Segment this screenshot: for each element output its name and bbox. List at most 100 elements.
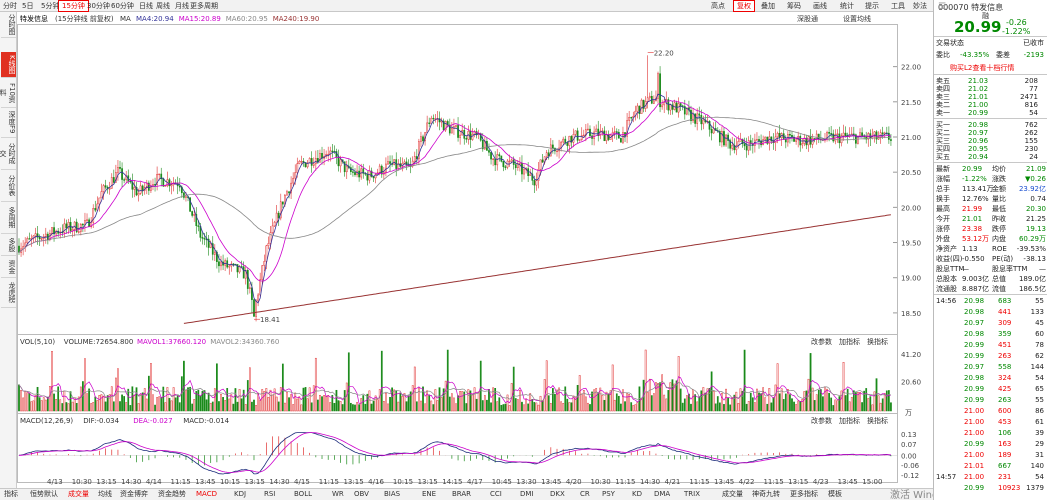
left-tab-1[interactable]: K线图 xyxy=(1,52,16,78)
menu-icon[interactable]: ☰ xyxy=(938,2,946,12)
volume-bar xyxy=(822,396,824,412)
candle-body xyxy=(758,139,760,141)
left-tab-9[interactable]: 龙虎榜 xyxy=(1,278,16,308)
volume-bar xyxy=(527,403,530,412)
tool-5[interactable]: 统计 xyxy=(837,0,857,12)
volume-bar xyxy=(370,403,373,412)
indicator-tab-3[interactable]: 均线 xyxy=(98,489,112,500)
l2-link[interactable]: 购买L2查看十档行情 xyxy=(934,64,1047,72)
left-tab-0[interactable]: 分时图 xyxy=(1,12,16,38)
period-tab-0[interactable]: 分时 xyxy=(0,0,20,12)
vol-button-1[interactable]: 加指标 xyxy=(839,337,860,346)
indicator-tab-22[interactable]: TRIX xyxy=(684,489,700,500)
left-tab-3[interactable]: 深度F9 xyxy=(1,108,16,138)
volume-bar xyxy=(817,389,820,412)
volume-bar xyxy=(500,404,503,412)
left-tab-2[interactable]: F10资料 xyxy=(0,78,16,108)
indicator-tab-19[interactable]: PSY xyxy=(602,489,615,500)
volume-bar xyxy=(793,401,795,412)
indicator-tab-26[interactable]: 模板 xyxy=(828,489,842,500)
volume-bar xyxy=(220,394,222,412)
tool-8[interactable]: 妙法 xyxy=(910,0,930,12)
period-tab-5[interactable]: 60分钟 xyxy=(108,0,137,12)
candle-body xyxy=(102,185,105,192)
volume-bar xyxy=(714,403,717,412)
volume-bar xyxy=(690,403,692,412)
period-tab-1[interactable]: 5日 xyxy=(19,0,36,12)
tick-price: 20.99 xyxy=(964,385,985,393)
set-ma-button[interactable]: 设置均线 xyxy=(843,14,871,23)
period-tab-7[interactable]: 周线 xyxy=(153,0,173,12)
indicator-tab-2[interactable]: 成交量 xyxy=(68,489,89,500)
indicator-tab-10[interactable]: WR xyxy=(332,489,344,500)
indicator-tab-8[interactable]: RSI xyxy=(264,489,275,500)
volume-bar xyxy=(133,394,136,412)
volume-bar xyxy=(667,390,670,412)
left-tab-7[interactable]: 多股 xyxy=(1,234,16,256)
time-tick: 10:30 xyxy=(72,478,92,486)
indicator-tab-7[interactable]: KDJ xyxy=(234,489,246,500)
indicator-tab-23[interactable]: 成交量 xyxy=(722,489,743,500)
stat-label: 总值 xyxy=(992,275,1006,283)
tool-1[interactable]: 复权 xyxy=(733,0,755,12)
indicator-tab-15[interactable]: CCI xyxy=(490,489,502,500)
indicator-tab-16[interactable]: DMI xyxy=(520,489,534,500)
macd-button-0[interactable]: 改参数 xyxy=(811,416,832,425)
period-tab-9[interactable]: 更多周期 xyxy=(187,0,221,12)
indicator-tab-18[interactable]: CR xyxy=(580,489,590,500)
candle-body xyxy=(861,132,863,137)
volume-bar xyxy=(562,403,565,412)
candle-body xyxy=(523,169,525,175)
volume-bar xyxy=(176,394,179,412)
indicator-tab-20[interactable]: KD xyxy=(632,489,642,500)
volume-bar xyxy=(420,400,422,412)
left-tab-4[interactable]: 分时成交 xyxy=(0,138,16,170)
ask-price: 21.00 xyxy=(968,101,989,109)
vol-button-0[interactable]: 改参数 xyxy=(811,337,832,346)
tool-7[interactable]: 工具 xyxy=(888,0,908,12)
indicator-tab-5[interactable]: 资金趋势 xyxy=(158,489,186,500)
left-tab-5[interactable]: 分价表 xyxy=(1,170,16,202)
kline-chart[interactable]: 特发信息 (15分钟线 前复权) MA MA4:20.94 MA15:20.89 MA60… xyxy=(17,12,933,488)
indicator-tab-1[interactable]: 恒势默认 xyxy=(30,489,58,500)
candle-body xyxy=(385,163,387,173)
tool-4[interactable]: 画线 xyxy=(810,0,830,12)
indicator-tab-14[interactable]: BRAR xyxy=(452,489,471,500)
volume-bar xyxy=(721,392,723,412)
candle-body xyxy=(743,143,746,147)
bid-volume: 262 xyxy=(1024,129,1038,137)
vol-button-2[interactable]: 换指标 xyxy=(867,337,888,346)
indicator-tab-25[interactable]: 更多指标 xyxy=(790,489,818,500)
indicator-tab-21[interactable]: DMA xyxy=(654,489,670,500)
candle-body xyxy=(521,163,523,175)
indicator-tab-4[interactable]: 资金博弈 xyxy=(120,489,148,500)
indicator-tab-17[interactable]: DKX xyxy=(550,489,565,500)
indicator-tab-0[interactable]: 指标 xyxy=(4,489,18,500)
candle-body xyxy=(830,133,833,135)
indicator-tab-24[interactable]: 神奇九转 xyxy=(752,489,780,500)
indicator-tab-11[interactable]: OBV xyxy=(354,489,369,500)
indicator-tab-6[interactable]: MACD xyxy=(196,489,217,500)
l2-link-text[interactable]: 购买L2查看十档行情 xyxy=(950,64,1014,72)
tool-6[interactable]: 提示 xyxy=(862,0,882,12)
stat-value: -38.13 xyxy=(1023,255,1046,263)
left-tab-8[interactable]: 资金 xyxy=(1,256,16,278)
price-tick: 21.50 xyxy=(901,99,921,107)
candle-body xyxy=(339,159,342,167)
tool-3[interactable]: 筹码 xyxy=(784,0,804,12)
candle-body xyxy=(281,201,284,205)
time-tick: 15:00 xyxy=(862,478,882,486)
volume-bar xyxy=(653,393,655,412)
macd-button-1[interactable]: 加指标 xyxy=(839,416,860,425)
macd-button-2[interactable]: 换指标 xyxy=(867,416,888,425)
left-tab-6[interactable]: 多周期 xyxy=(1,202,16,234)
hk-connect-label[interactable]: 深股通 xyxy=(797,14,818,23)
volume-bar xyxy=(535,402,538,412)
indicator-tab-9[interactable]: BOLL xyxy=(294,489,312,500)
dif-line xyxy=(18,432,891,475)
indicator-tab-13[interactable]: ENE xyxy=(422,489,436,500)
tool-2[interactable]: 叠加 xyxy=(758,0,778,12)
indicator-tab-12[interactable]: BIAS xyxy=(384,489,400,500)
tool-0[interactable]: 高点 xyxy=(708,0,728,12)
stat-value: 113.41万 xyxy=(962,185,994,193)
